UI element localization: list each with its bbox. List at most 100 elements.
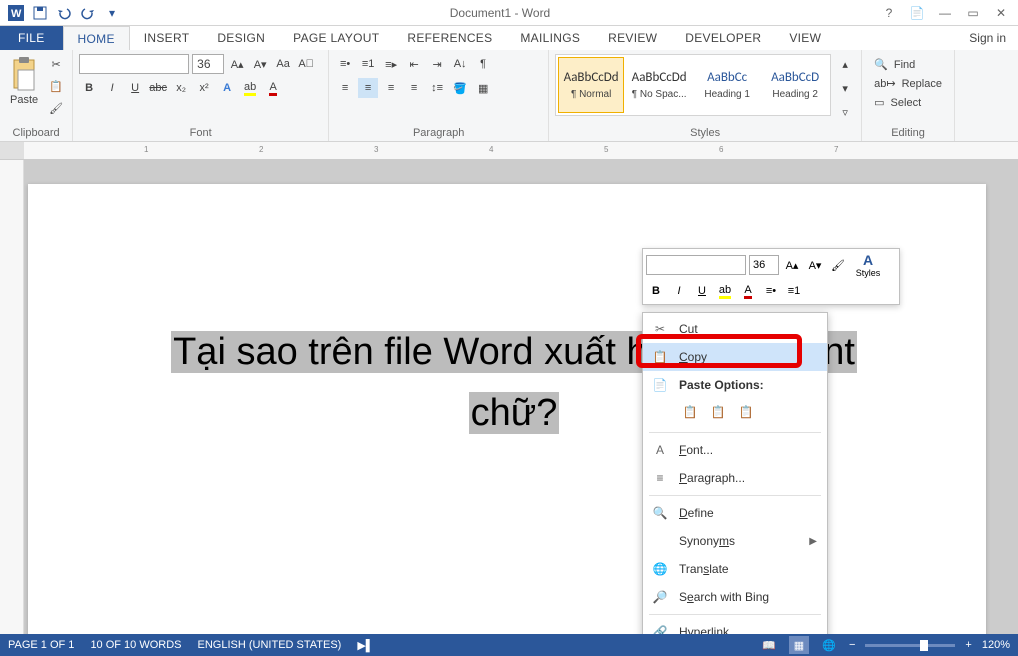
help-button[interactable]: ? (882, 6, 896, 20)
paste-merge-icon[interactable]: 📋 (707, 401, 729, 423)
paste-text-only-icon[interactable]: 📋 (735, 401, 757, 423)
styles-more-icon[interactable]: ▿ (835, 102, 855, 122)
bullets-icon[interactable]: ≡• (335, 54, 355, 74)
mini-bold-icon[interactable]: B (646, 281, 666, 301)
justify-icon[interactable]: ≡ (404, 78, 424, 98)
shrink-font-icon[interactable]: A▾ (250, 54, 270, 74)
underline-button[interactable]: U (125, 78, 145, 98)
shading-icon[interactable]: 🪣 (450, 78, 470, 98)
highlight-color-icon[interactable]: ab (240, 78, 260, 98)
mini-format-painter-icon[interactable]: 🖌 (828, 255, 848, 275)
style-heading2[interactable]: AaBbCcD Heading 2 (762, 57, 828, 113)
view-web-layout-icon[interactable]: 🌐 (819, 636, 839, 654)
numbering-icon[interactable]: ≡1 (358, 54, 378, 74)
mini-numbering-icon[interactable]: ≡1 (784, 281, 804, 301)
cut-icon[interactable]: ✂ (46, 54, 66, 74)
indent-inc-icon[interactable]: ⇥ (427, 54, 447, 74)
cm-synonyms[interactable]: Synonyms ▶ (643, 527, 827, 555)
strikethrough-button[interactable]: abc (148, 78, 168, 98)
vertical-ruler[interactable] (0, 160, 24, 634)
selected-text-line2[interactable]: chữ? (469, 392, 560, 434)
sort-icon[interactable]: A↓ (450, 54, 470, 74)
change-case-icon[interactable]: Aa (273, 54, 293, 74)
undo-icon[interactable] (56, 5, 72, 21)
cm-cut[interactable]: ✂ Cut (643, 315, 827, 343)
indent-dec-icon[interactable]: ⇤ (404, 54, 424, 74)
paste-button[interactable]: Paste (6, 54, 42, 108)
tab-mailings[interactable]: MAILINGS (506, 26, 594, 50)
styles-gallery[interactable]: AaBbCcDd ¶ Normal AaBbCcDd ¶ No Spac... … (555, 54, 831, 116)
tab-insert[interactable]: INSERT (130, 26, 204, 50)
cm-define[interactable]: 🔍 Define (643, 499, 827, 527)
tab-design[interactable]: DESIGN (203, 26, 279, 50)
find-button[interactable]: 🔍 Find (870, 56, 946, 73)
status-language[interactable]: ENGLISH (UNITED STATES) (198, 639, 342, 651)
mini-styles-button[interactable]: A Styles (851, 252, 885, 278)
cm-hyperlink[interactable]: 🔗 Hyperlink... (643, 618, 827, 634)
zoom-slider[interactable] (865, 644, 955, 647)
copy-icon[interactable]: 📋 (46, 76, 66, 96)
mini-shrink-font-icon[interactable]: A▾ (805, 255, 825, 275)
replace-button[interactable]: ab↦ Replace (870, 75, 946, 92)
mini-italic-icon[interactable]: I (669, 281, 689, 301)
maximize-button[interactable]: ▭ (966, 6, 980, 20)
tab-home[interactable]: HOME (63, 26, 130, 50)
cm-translate[interactable]: 🌐 Translate (643, 555, 827, 583)
paste-keep-source-icon[interactable]: 📋 (679, 401, 701, 423)
superscript-button[interactable]: x² (194, 78, 214, 98)
styles-scroll-down-icon[interactable]: ▾ (835, 78, 855, 98)
font-color-icon[interactable]: A (263, 78, 283, 98)
word-app-icon[interactable]: W (8, 5, 24, 21)
status-words[interactable]: 10 OF 10 WORDS (90, 639, 181, 651)
tab-review[interactable]: REVIEW (594, 26, 671, 50)
cm-copy[interactable]: 📋 Copy (643, 343, 827, 371)
page[interactable]: Tại sao trên file Word xuất hi nt chữ? 3… (28, 184, 986, 634)
zoom-in-icon[interactable]: + (965, 639, 971, 651)
mini-font-color-icon[interactable]: A (738, 281, 758, 301)
font-name-combo[interactable] (79, 54, 189, 74)
text-effects-icon[interactable]: A (217, 78, 237, 98)
italic-button[interactable]: I (102, 78, 122, 98)
style-normal[interactable]: AaBbCcDd ¶ Normal (558, 57, 624, 113)
sign-in-link[interactable]: Sign in (957, 26, 1018, 50)
mini-font-size[interactable]: 36 (749, 255, 779, 275)
borders-icon[interactable]: ▦ (473, 78, 493, 98)
tab-references[interactable]: REFERENCES (393, 26, 506, 50)
cm-paragraph[interactable]: ≡ Paragraph... (643, 464, 827, 492)
tab-file[interactable]: FILE (0, 26, 63, 50)
save-icon[interactable] (32, 5, 48, 21)
minimize-button[interactable]: — (938, 6, 952, 20)
style-heading1[interactable]: AaBbCc Heading 1 (694, 57, 760, 113)
line-spacing-icon[interactable]: ↕≡ (427, 78, 447, 98)
status-page[interactable]: PAGE 1 OF 1 (8, 639, 74, 651)
mini-underline-icon[interactable]: U (692, 281, 712, 301)
align-left-icon[interactable]: ≡ (335, 78, 355, 98)
view-print-layout-icon[interactable]: ▦ (789, 636, 809, 654)
tab-developer[interactable]: DEVELOPER (671, 26, 775, 50)
format-painter-icon[interactable]: 🖌 (46, 98, 66, 118)
zoom-percent[interactable]: 120% (982, 639, 1010, 651)
qat-customize-icon[interactable]: ▾ (104, 5, 120, 21)
subscript-button[interactable]: x₂ (171, 78, 191, 98)
mini-bullets-icon[interactable]: ≡• (761, 281, 781, 301)
font-size-combo[interactable]: 36 (192, 54, 224, 74)
tab-view[interactable]: VIEW (775, 26, 835, 50)
multilevel-icon[interactable]: ≡▸ (381, 54, 401, 74)
grow-font-icon[interactable]: A▴ (227, 54, 247, 74)
horizontal-ruler[interactable]: 1 2 3 4 5 6 7 (0, 142, 1018, 160)
selected-text-part1[interactable]: Tại sao trên file Word xuất hi (171, 331, 658, 373)
mini-font-name[interactable] (646, 255, 746, 275)
style-no-spacing[interactable]: AaBbCcDd ¶ No Spac... (626, 57, 692, 113)
align-right-icon[interactable]: ≡ (381, 78, 401, 98)
mini-grow-font-icon[interactable]: A▴ (782, 255, 802, 275)
styles-scroll-up-icon[interactable]: ▴ (835, 54, 855, 74)
cm-font[interactable]: A Font... (643, 436, 827, 464)
redo-icon[interactable] (80, 5, 96, 21)
cm-search-bing[interactable]: 🔎 Search with Bing (643, 583, 827, 611)
mini-highlight-icon[interactable]: ab (715, 281, 735, 301)
show-hide-icon[interactable]: ¶ (473, 54, 493, 74)
select-button[interactable]: ▭ Select (870, 94, 946, 111)
ribbon-opts-button[interactable]: 📄 (910, 6, 924, 20)
macro-record-icon[interactable]: ▶▌ (357, 639, 373, 652)
clear-format-icon[interactable]: A⃠ (296, 54, 316, 74)
